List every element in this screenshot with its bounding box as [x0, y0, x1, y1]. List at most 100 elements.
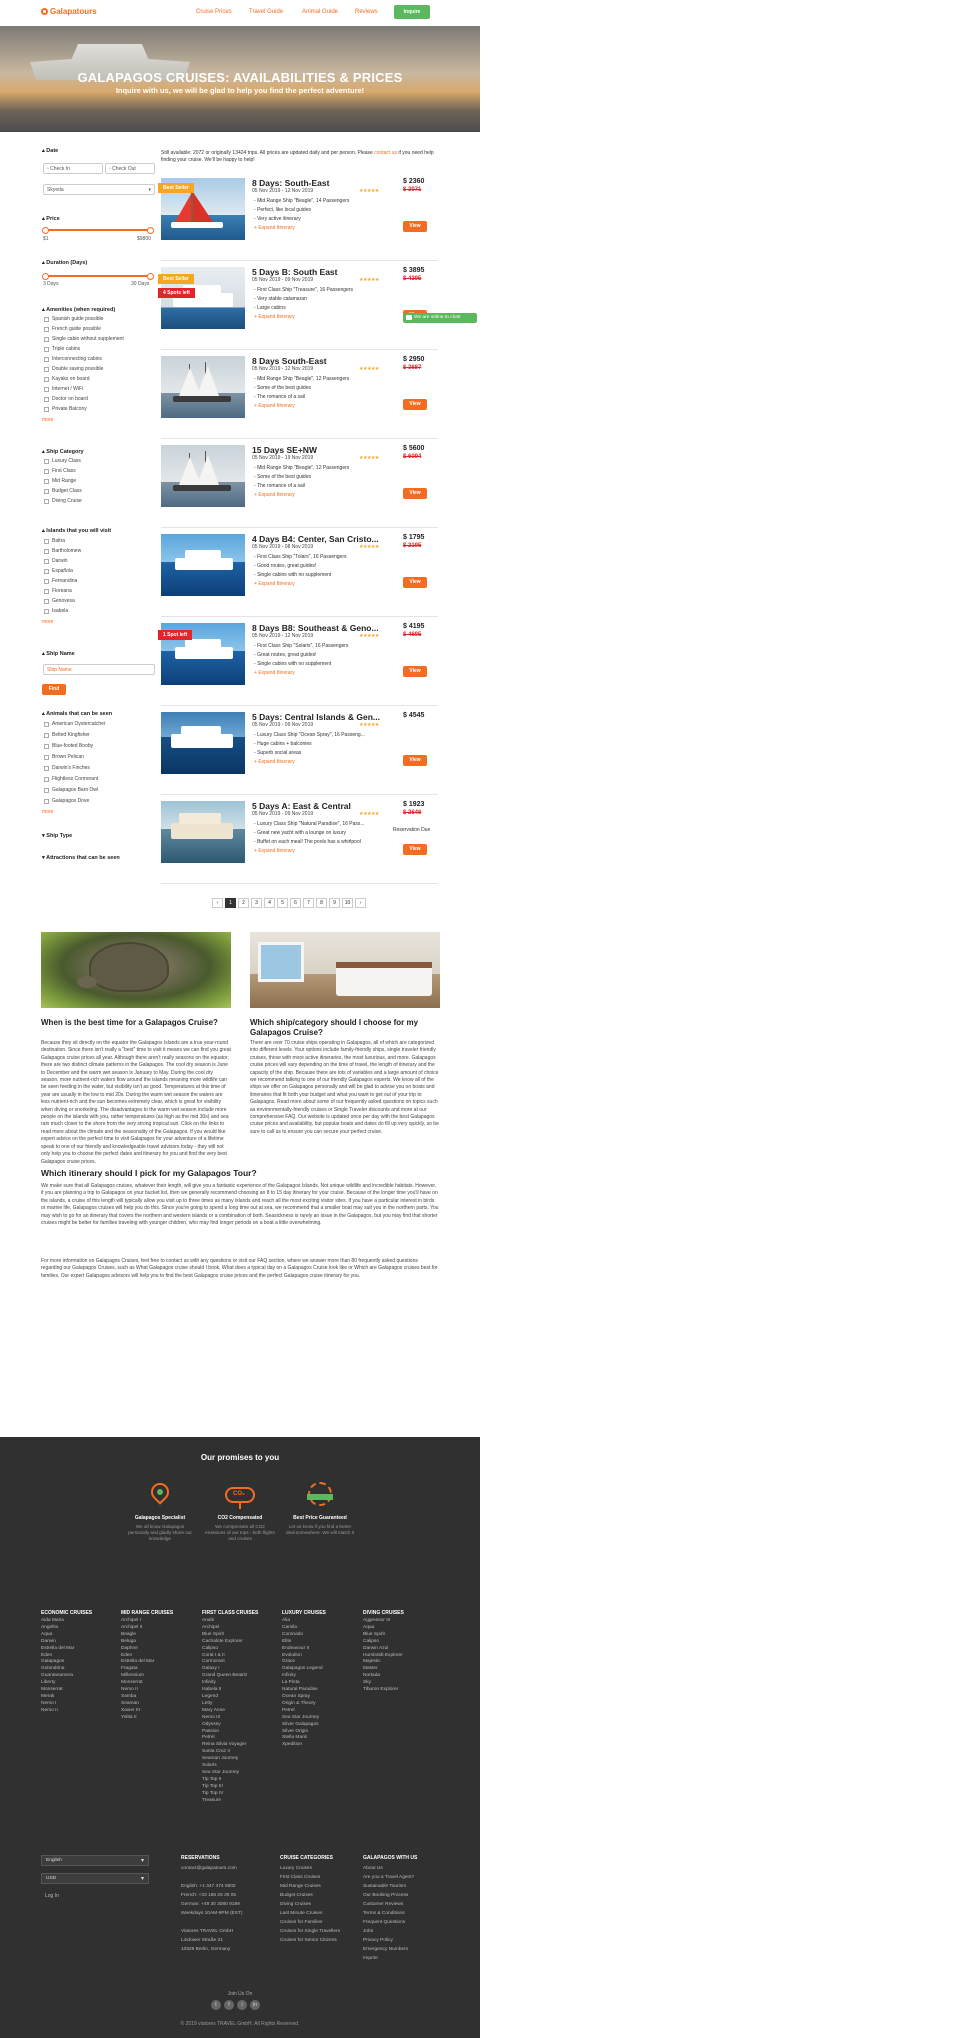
ship-image[interactable]	[161, 801, 245, 863]
footer-link[interactable]: Endeavour II	[282, 1646, 323, 1653]
footer-link[interactable]: Aqua	[363, 1625, 403, 1632]
filter-amenities-heading[interactable]: ▴ Amenities (when required)	[42, 307, 115, 313]
footer-link[interactable]: Mid Range Cruises	[280, 1882, 340, 1891]
view-button[interactable]: View	[403, 488, 427, 499]
nav-animal-guide[interactable]: Animal Guide	[302, 9, 338, 15]
cruise-card[interactable]: 1 Spot left 8 Days B8: Southeast & Geno.…	[158, 620, 438, 706]
twitter-icon[interactable]: t	[211, 2000, 221, 2010]
footer-link[interactable]: Budget Cruises	[280, 1891, 340, 1900]
footer-link[interactable]: Tip Top IV	[202, 1791, 247, 1798]
expand-itinerary-link[interactable]: + Expand Itinerary	[254, 759, 295, 765]
footer-link[interactable]: Anahi	[202, 1618, 247, 1625]
ship-image[interactable]	[161, 356, 245, 418]
inquire-button[interactable]: Inquire	[394, 5, 430, 19]
footer-link[interactable]: First Class Cruises	[280, 1873, 340, 1882]
ship-name-input[interactable]: Ship Name	[43, 664, 155, 675]
category-checkbox[interactable]: First Class	[44, 468, 76, 474]
next-page-button[interactable]: ›	[355, 898, 366, 908]
page-button[interactable]: 1	[225, 898, 236, 908]
amenity-checkbox[interactable]: French guide possible	[44, 326, 101, 332]
expand-itinerary-link[interactable]: + Expand Itinerary	[254, 670, 295, 676]
cruise-card[interactable]: 4 Days B4: Center, San Cristo... 05 Nov …	[161, 531, 438, 617]
footer-link[interactable]: Samba	[121, 1694, 154, 1701]
departure-select[interactable]: Skyeda ▾	[43, 184, 155, 195]
footer-link[interactable]: Coronado	[282, 1632, 323, 1639]
footer-link[interactable]: Sea Star Journey	[282, 1715, 323, 1722]
footer-link[interactable]: Calipso	[202, 1646, 247, 1653]
footer-link[interactable]: Our Booking Process	[363, 1891, 414, 1900]
view-button[interactable]: View	[403, 221, 427, 232]
footer-col-firstclass[interactable]: Anahi Archipel Blue Spirit Cachalote Explor…	[202, 1618, 247, 1804]
nav-travel-guide[interactable]: Travel Guide	[249, 9, 283, 15]
footer-link[interactable]: Camila	[282, 1625, 323, 1632]
page-button[interactable]: 8	[316, 898, 327, 908]
footer-link[interactable]: Last Minute Cruises	[280, 1909, 340, 1918]
cruise-title[interactable]: 8 Days B8: Southeast & Geno...	[252, 623, 387, 633]
footer-link[interactable]: Imprint	[363, 1954, 414, 1963]
island-checkbox[interactable]: Baltra	[44, 538, 65, 544]
footer-link[interactable]: Calipso	[363, 1639, 403, 1646]
checkout-field[interactable]: ▫ Check Out	[105, 163, 155, 174]
amenity-checkbox[interactable]: Kayaks on board	[44, 376, 90, 382]
footer-link[interactable]: Sea Star Journey	[202, 1770, 247, 1777]
expand-itinerary-link[interactable]: + Expand Itinerary	[254, 848, 295, 854]
cruise-title[interactable]: 8 Days: South-East	[252, 178, 387, 188]
view-button[interactable]: View	[403, 577, 427, 588]
page-button[interactable]: 3	[251, 898, 262, 908]
animal-checkbox[interactable]: Galapagos Barn Owl	[44, 787, 98, 793]
footer-link[interactable]: Aida Maria	[41, 1618, 74, 1625]
expand-itinerary-link[interactable]: + Expand Itinerary	[254, 492, 295, 498]
instagram-icon[interactable]: i	[237, 2000, 247, 2010]
footer-link[interactable]: Nemo II	[121, 1687, 154, 1694]
animal-checkbox[interactable]: Galapagos Dove	[44, 798, 89, 804]
footer-link[interactable]: Mary Anne	[202, 1708, 247, 1715]
footer-link[interactable]: Angelito	[41, 1625, 74, 1632]
category-checkbox[interactable]: Luxury Class	[44, 458, 81, 464]
page-button[interactable]: 4	[264, 898, 275, 908]
footer-link[interactable]: Alia	[282, 1618, 323, 1625]
animal-checkbox[interactable]: Belted Kingfisher	[44, 732, 90, 738]
login-link[interactable]: Log In	[45, 1893, 59, 1899]
island-checkbox[interactable]: Genovesa	[44, 598, 75, 604]
footer-link[interactable]: Solaris	[202, 1763, 247, 1770]
footer-link[interactable]: Darwin Azul	[363, 1646, 403, 1653]
footer-link[interactable]: contact@galapatours.com	[181, 1864, 243, 1873]
footer-link[interactable]: Weekdays 10AM-6PM (EST)	[181, 1909, 243, 1918]
footer-link[interactable]: Tip Top III	[202, 1784, 247, 1791]
footer-link[interactable]: Tiburon Explorer	[363, 1687, 403, 1694]
island-checkbox[interactable]: Fernandina	[44, 578, 77, 584]
footer-link[interactable]: Luxury Cruises	[280, 1864, 340, 1873]
ship-image[interactable]	[161, 534, 245, 596]
footer-link[interactable]: Cruises for Families	[280, 1918, 340, 1927]
duration-slider[interactable]	[42, 273, 154, 280]
page-button[interactable]: 10	[342, 898, 353, 908]
animal-checkbox[interactable]: Blue-footed Booby	[44, 743, 93, 749]
filter-ship-name-heading[interactable]: ▴ Ship Name	[42, 651, 75, 657]
nav-reviews[interactable]: Reviews	[355, 9, 378, 15]
footer-link[interactable]: Blue Spirit	[363, 1632, 403, 1639]
animal-checkbox[interactable]: American Oystercatcher	[44, 721, 106, 727]
island-checkbox[interactable]: Isabela	[44, 608, 68, 614]
prev-page-button[interactable]: ‹	[212, 898, 223, 908]
footer-link[interactable]: Xavier III	[121, 1708, 154, 1715]
filter-islands-heading[interactable]: ▴ Islands that you will visit	[42, 528, 111, 534]
footer-link[interactable]: Archipel II	[121, 1625, 154, 1632]
amenity-checkbox[interactable]: Internet / WiFi	[44, 386, 83, 392]
footer-link[interactable]: Estrella del Mar	[41, 1646, 74, 1653]
cruise-title[interactable]: 15 Days SE+NW	[252, 445, 387, 455]
animal-checkbox[interactable]: Brown Pelican	[44, 754, 84, 760]
cruise-title[interactable]: 5 Days: Central Islands & Gen...	[252, 712, 387, 722]
view-button[interactable]: View	[403, 755, 427, 766]
footer-link[interactable]: Beagle	[121, 1632, 154, 1639]
checkin-field[interactable]: ▫ Check In	[43, 163, 103, 174]
cruise-title[interactable]: 4 Days B4: Center, San Cristo...	[252, 534, 387, 544]
footer-link[interactable]: Customer Reviews	[363, 1900, 414, 1909]
footer-link[interactable]: Blue Spirit	[202, 1632, 247, 1639]
find-button[interactable]: Find	[42, 684, 66, 695]
view-button[interactable]: View	[403, 666, 427, 677]
footer-link[interactable]: Isabela II	[202, 1687, 247, 1694]
cruise-title[interactable]: 5 Days A: East & Central	[252, 801, 387, 811]
footer-link[interactable]: Viatores TRAVEL GmbH	[181, 1927, 243, 1936]
footer-link[interactable]: About Us	[363, 1864, 414, 1873]
animal-checkbox[interactable]: Darwin's Finches	[44, 765, 90, 771]
